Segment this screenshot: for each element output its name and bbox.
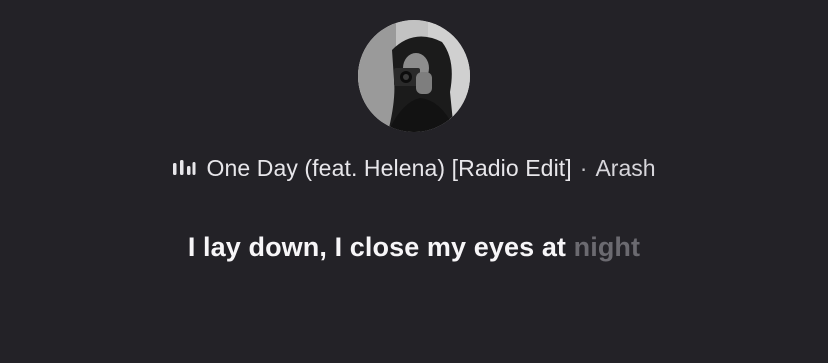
artist-photo: [358, 20, 470, 132]
title-artist-separator: ·: [579, 154, 588, 181]
equalizer-icon: [173, 160, 196, 175]
now-playing-bar[interactable]: One Day (feat. Helena) [Radio Edit] · Ar…: [0, 150, 828, 186]
current-lyric-line: I lay down, I close my eyes at night: [0, 232, 828, 263]
lyric-sung-text: I lay down, I close my eyes at: [187, 232, 574, 262]
track-title[interactable]: One Day (feat. Helena) [Radio Edit]: [206, 155, 571, 182]
lyric-upcoming-text: night: [573, 232, 641, 262]
artist-name[interactable]: Arash: [595, 155, 655, 182]
artist-avatar[interactable]: [358, 20, 470, 132]
